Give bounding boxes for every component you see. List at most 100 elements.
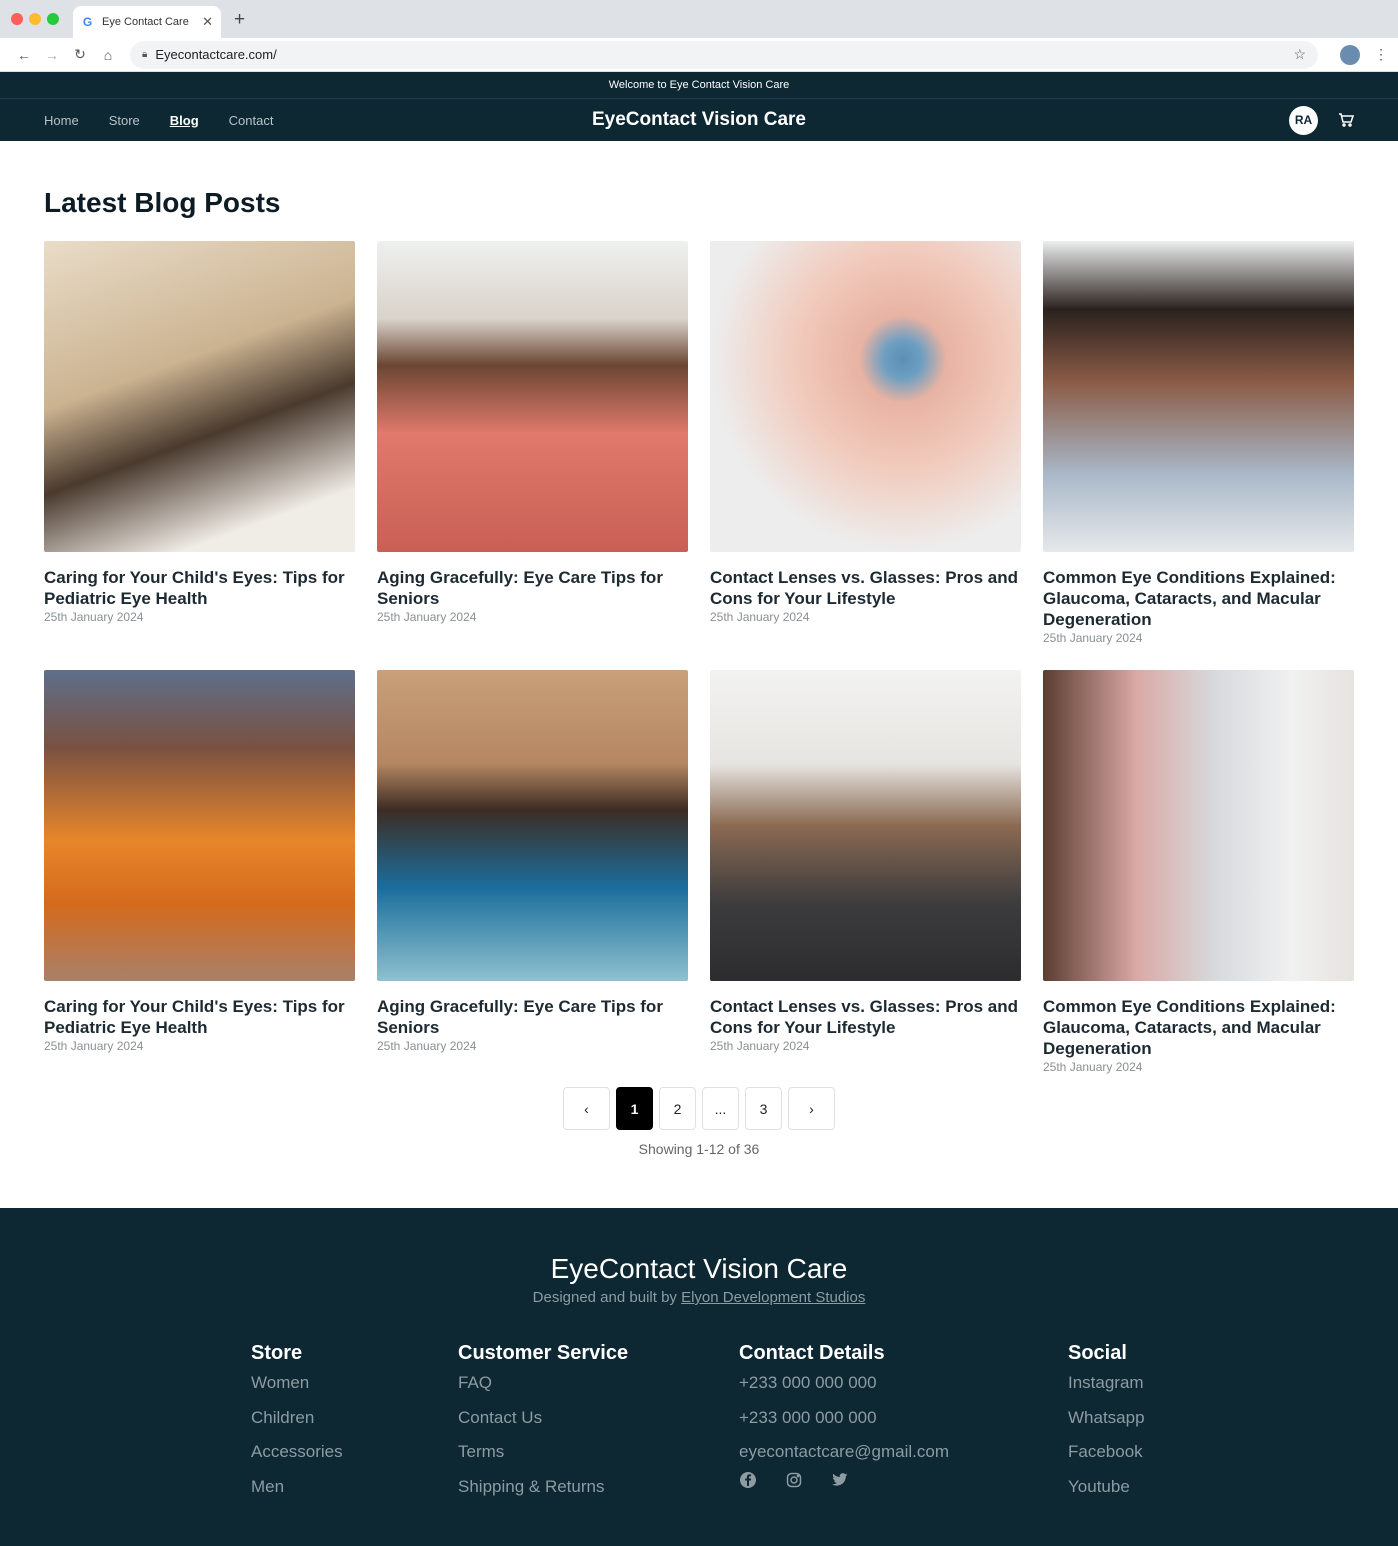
bookmark-star-icon[interactable]: ☆ — [1293, 46, 1306, 63]
blog-grid: Caring for Your Child's Eyes: Tips for P… — [44, 241, 1354, 1099]
footer-col-customer-service: Customer Service FAQ Contact Us Terms Sh… — [458, 1342, 628, 1511]
twitter-icon[interactable] — [831, 1471, 849, 1489]
browser-tabstrip: G Eye Contact Care ✕ + — [0, 0, 1398, 38]
footer-brand: EyeContact Vision Care — [550, 1253, 848, 1284]
browser-toolbar: ← → ↻ ⌂ 🔒︎ Eyecontactcare.com/ ☆ ⋮ — [0, 38, 1398, 72]
blog-image-woman-headache[interactable] — [1043, 241, 1354, 552]
back-icon[interactable]: ← — [10, 47, 38, 63]
footer-link-facebook[interactable]: Facebook — [1068, 1442, 1145, 1477]
footer-link-youtube[interactable]: Youtube — [1068, 1477, 1145, 1512]
blog-date: 25th January 2024 — [44, 610, 144, 624]
profile-avatar-icon[interactable] — [1340, 44, 1360, 65]
new-tab-icon[interactable]: + — [234, 9, 245, 31]
footer-col-title: Store — [251, 1342, 303, 1364]
instagram-icon[interactable] — [785, 1471, 803, 1489]
page-2-button[interactable]: 2 — [659, 1087, 696, 1130]
blog-section: Latest Blog Posts Caring for Your Child'… — [0, 141, 1398, 1157]
address-bar[interactable]: 🔒︎ Eyecontactcare.com/ ☆ — [130, 40, 1318, 69]
close-tab-icon[interactable]: ✕ — [202, 14, 213, 30]
reload-icon[interactable]: ↻ — [66, 46, 94, 63]
nav-link-home[interactable]: Home — [44, 113, 79, 128]
blog-date: 25th January 2024 — [377, 1039, 477, 1053]
footer-link-terms[interactable]: Terms — [458, 1442, 628, 1477]
prev-page-button[interactable]: ‹ — [563, 1087, 610, 1130]
footer-link-men[interactable]: Men — [251, 1477, 343, 1512]
browser-tab[interactable]: G Eye Contact Care ✕ — [73, 6, 221, 38]
blog-date: 25th January 2024 — [1043, 1060, 1143, 1074]
blog-date: 25th January 2024 — [1043, 631, 1143, 645]
footer-col-social: Social Instagram Whatsapp Facebook Youtu… — [1068, 1342, 1145, 1511]
blog-card[interactable]: Contact Lenses vs. Glasses: Pros and Con… — [710, 670, 1021, 1099]
blog-title[interactable]: Common Eye Conditions Explained: Glaucom… — [1043, 996, 1354, 1059]
footer-col-title: Contact Details — [739, 1342, 885, 1364]
page-3-button[interactable]: 3 — [745, 1087, 782, 1130]
credit-link[interactable]: Elyon Development Studios — [681, 1289, 865, 1306]
footer-credit: Designed and built by Elyon Development … — [0, 1289, 1398, 1306]
blog-card[interactable]: Common Eye Conditions Explained: Glaucom… — [1043, 241, 1354, 670]
blog-title[interactable]: Aging Gracefully: Eye Care Tips for Seni… — [377, 996, 688, 1038]
blog-title[interactable]: Common Eye Conditions Explained: Glaucom… — [1043, 567, 1354, 630]
blog-image-child-glasses[interactable] — [44, 241, 355, 552]
blog-title[interactable]: Contact Lenses vs. Glasses: Pros and Con… — [710, 996, 1021, 1038]
footer-link-accessories[interactable]: Accessories — [251, 1442, 343, 1477]
user-avatar[interactable]: RA — [1289, 105, 1318, 135]
home-icon[interactable]: ⌂ — [94, 47, 122, 63]
maximize-window-button[interactable] — [47, 13, 59, 25]
browser-menu-icon[interactable]: ⋮ — [1374, 46, 1388, 63]
close-window-button[interactable] — [11, 13, 23, 25]
url-text: Eyecontactcare.com/ — [155, 47, 277, 62]
blog-card[interactable]: Caring for Your Child's Eyes: Tips for P… — [44, 241, 355, 670]
site-footer: EyeContact Vision Care Designed and buil… — [0, 1208, 1398, 1546]
footer-link-instagram[interactable]: Instagram — [1068, 1373, 1145, 1408]
lock-icon: 🔒︎ — [142, 49, 148, 60]
welcome-banner: Welcome to Eye Contact Vision Care — [0, 72, 1398, 99]
blog-image-men-sunglasses[interactable] — [377, 670, 688, 981]
footer-link-faq[interactable]: FAQ — [458, 1373, 628, 1408]
page-1-button[interactable]: 1 — [616, 1087, 653, 1130]
facebook-icon[interactable] — [739, 1471, 757, 1489]
blog-image-senior-man[interactable] — [377, 241, 688, 552]
forward-icon[interactable]: → — [38, 47, 66, 63]
blog-title[interactable]: Caring for Your Child's Eyes: Tips for P… — [44, 567, 355, 609]
blog-date: 25th January 2024 — [710, 1039, 810, 1053]
main-navigation: Home Store Blog Contact EyeContact Visio… — [0, 99, 1398, 141]
footer-col-title: Social — [1068, 1342, 1127, 1364]
footer-col-store: Store Women Children Accessories Men — [251, 1342, 343, 1511]
footer-phone-1[interactable]: +233 000 000 000 — [739, 1373, 949, 1408]
minimize-window-button[interactable] — [29, 13, 41, 25]
blog-title[interactable]: Caring for Your Child's Eyes: Tips for P… — [44, 996, 355, 1038]
next-page-button[interactable]: › — [788, 1087, 835, 1130]
site-brand[interactable]: EyeContact Vision Care — [592, 109, 806, 130]
nav-link-blog[interactable]: Blog — [170, 113, 199, 128]
blog-date: 25th January 2024 — [710, 610, 810, 624]
footer-phone-2[interactable]: +233 000 000 000 — [739, 1408, 949, 1443]
footer-link-shipping[interactable]: Shipping & Returns — [458, 1477, 628, 1512]
blog-image-woman-glasses[interactable] — [710, 670, 1021, 981]
google-favicon-icon: G — [82, 14, 93, 29]
blog-card[interactable]: Aging Gracefully: Eye Care Tips for Seni… — [377, 241, 688, 670]
footer-link-contact-us[interactable]: Contact Us — [458, 1408, 628, 1443]
footer-link-whatsapp[interactable]: Whatsapp — [1068, 1408, 1145, 1443]
blog-image-contact-lens[interactable] — [710, 241, 1021, 552]
page-ellipsis[interactable]: ... — [702, 1087, 739, 1130]
footer-col-title: Customer Service — [458, 1342, 629, 1364]
blog-date: 25th January 2024 — [377, 610, 477, 624]
results-count: Showing 1-12 of 36 — [638, 1141, 760, 1157]
blog-card[interactable]: Contact Lenses vs. Glasses: Pros and Con… — [710, 241, 1021, 670]
blog-title[interactable]: Aging Gracefully: Eye Care Tips for Seni… — [377, 567, 688, 609]
nav-link-contact[interactable]: Contact — [229, 113, 274, 128]
cart-icon[interactable] — [1338, 112, 1354, 128]
tab-title: Eye Contact Care — [102, 16, 189, 28]
blog-card[interactable]: Caring for Your Child's Eyes: Tips for P… — [44, 670, 355, 1099]
blog-card[interactable]: Aging Gracefully: Eye Care Tips for Seni… — [377, 670, 688, 1099]
footer-link-children[interactable]: Children — [251, 1408, 343, 1443]
footer-col-contact: Contact Details +233 000 000 000 +233 00… — [739, 1342, 949, 1489]
blog-image-eye-exam[interactable] — [1043, 670, 1354, 981]
blog-title[interactable]: Contact Lenses vs. Glasses: Pros and Con… — [710, 567, 1021, 609]
credit-prefix: Designed and built by — [532, 1289, 682, 1306]
blog-image-runner[interactable] — [44, 670, 355, 981]
blog-card[interactable]: Common Eye Conditions Explained: Glaucom… — [1043, 670, 1354, 1099]
page-title: Latest Blog Posts — [44, 187, 281, 218]
nav-link-store[interactable]: Store — [109, 113, 140, 128]
footer-link-women[interactable]: Women — [251, 1373, 343, 1408]
